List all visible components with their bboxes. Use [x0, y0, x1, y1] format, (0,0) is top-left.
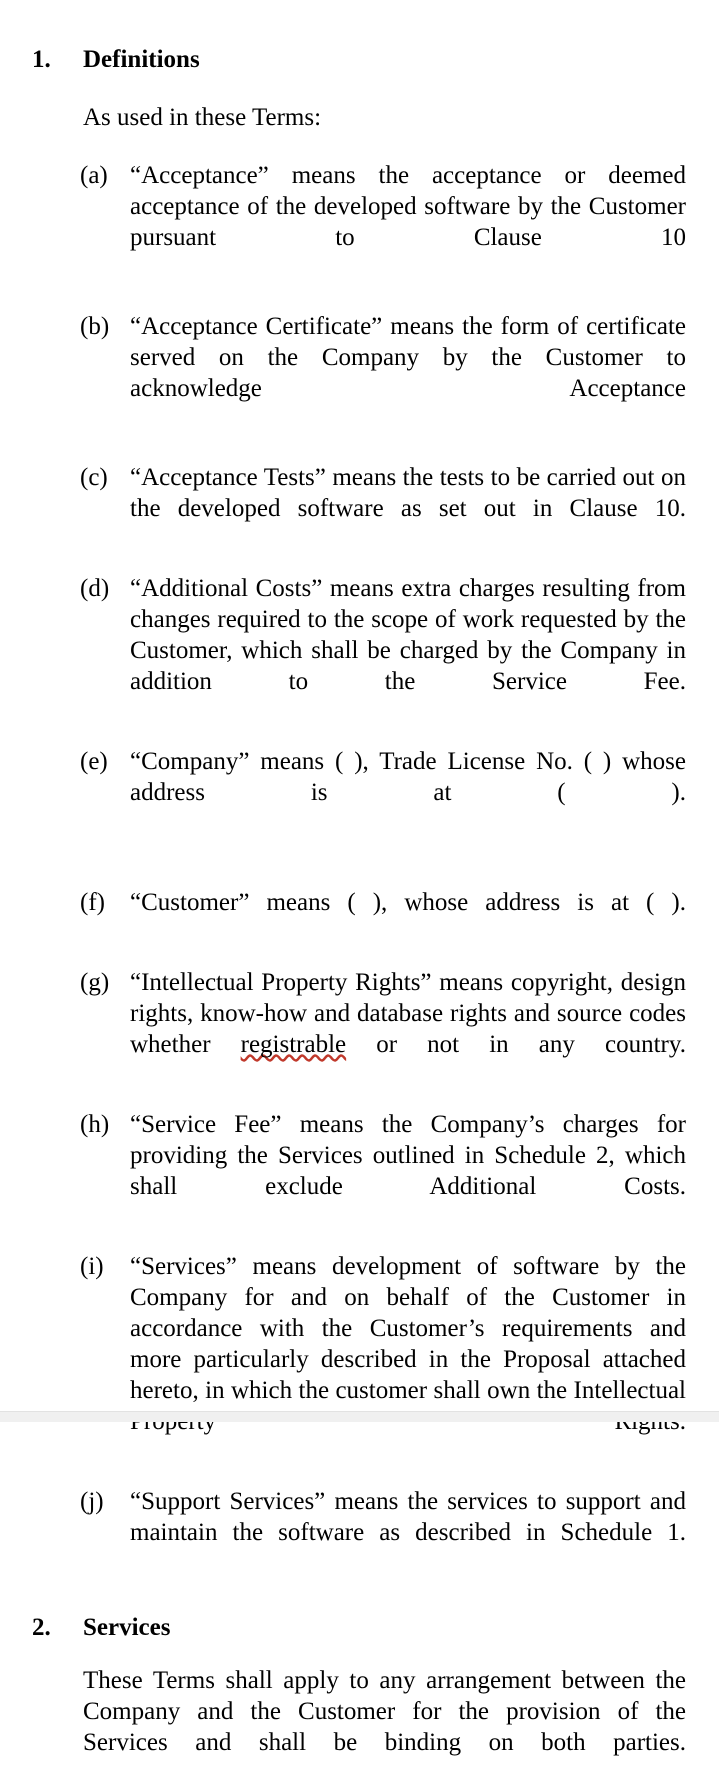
item-text-c: “Acceptance Tests” means the tests to be… [130, 464, 686, 522]
section-2-number: 2. [32, 1614, 51, 1641]
section-services: 2. Services These Terms shall apply to a… [0, 1612, 719, 1789]
definition-item-h: (h) “Service Fee” means the Company’s ch… [80, 1109, 686, 1233]
item-label-h: (h) [80, 1111, 110, 1138]
item-label-i: (i) [80, 1253, 104, 1280]
definition-item-e: (e) “Company” means ( ), Trade License N… [80, 746, 686, 839]
item-label-f: (f) [80, 889, 105, 916]
definition-item-g: (g) “Intellectual Property Rights” means… [80, 967, 686, 1091]
item-text-h: “Service Fee” means the Company’s charge… [130, 1111, 686, 1200]
definition-item-i: (i) “Services” means development of soft… [80, 1251, 686, 1468]
item-text-g: “Intellectual Property Rights” means cop… [130, 967, 686, 1091]
definition-item-j: (j) “Support Services” means the service… [80, 1486, 686, 1579]
item-label-g: (g) [80, 969, 110, 996]
spelling-error-word: registrable [240, 1031, 347, 1058]
definition-item-b: (b) “Acceptance Certificate” means the f… [80, 311, 686, 435]
section-1-title: Definitions [83, 46, 200, 73]
section-1-heading: 1. Definitions [0, 44, 719, 75]
definition-item-c: (c) “Acceptance Tests” means the tests t… [80, 462, 686, 555]
item-text-i: “Services” means development of software… [130, 1253, 686, 1435]
definitions-lead-paragraph: As used in these Terms: [83, 104, 322, 131]
item-text-j: “Support Services” means the services to… [130, 1488, 686, 1546]
services-body-paragraph: These Terms shall apply to any arrangeme… [83, 1667, 686, 1756]
definition-item-d: (d) “Additional Costs” means extra charg… [80, 573, 686, 728]
definition-item-a: (a) “Acceptance” means the acceptance or… [80, 160, 686, 284]
item-label-c: (c) [80, 464, 108, 491]
item-text-b: “Acceptance Certificate” means the form … [130, 313, 686, 402]
item-label-b: (b) [80, 313, 110, 340]
item-text-a: “Acceptance” means the acceptance or dee… [130, 162, 686, 251]
section-1-number: 1. [32, 46, 51, 73]
item-text-e: “Company” means ( ), Trade License No. (… [130, 748, 686, 806]
section-2-title: Services [83, 1614, 171, 1641]
item-text-d: “Additional Costs” means extra charges r… [130, 575, 686, 695]
item-label-d: (d) [80, 575, 110, 602]
item-label-e: (e) [80, 748, 108, 775]
section-2-heading: 2. Services [0, 1612, 719, 1643]
item-text-g-after: or not in any country. [346, 1031, 686, 1058]
definition-item-f: (f) “Customer” means ( ), whose address … [80, 887, 686, 949]
section-definitions: 1. Definitions As used in these Terms: (… [0, 0, 719, 1579]
page-bottom-divider [0, 1411, 719, 1422]
item-label-a: (a) [80, 162, 108, 189]
item-label-j: (j) [80, 1488, 104, 1515]
item-text-f: “Customer” means ( ), whose address is a… [130, 889, 686, 916]
document-page: 1. Definitions As used in these Terms: (… [0, 0, 719, 1756]
